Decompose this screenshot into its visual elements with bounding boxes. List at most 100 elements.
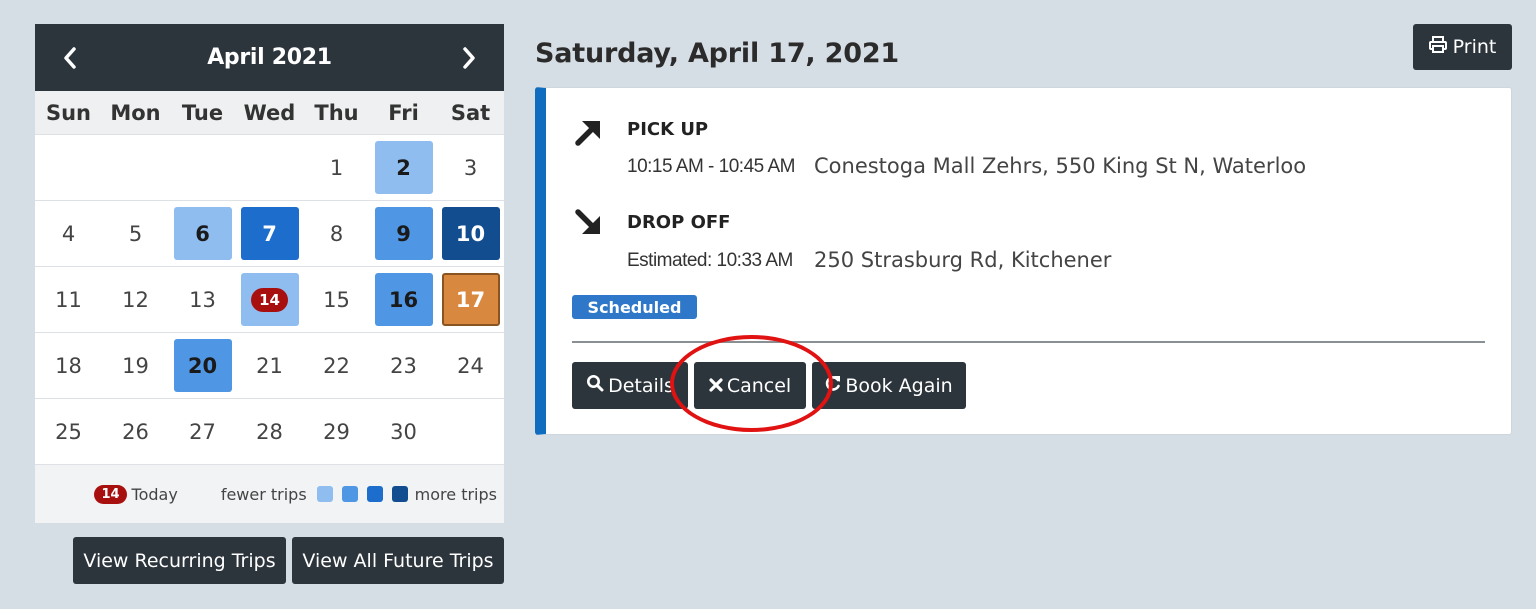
calendar-day-number: 9	[374, 207, 433, 260]
calendar-day-21[interactable]: 21	[236, 333, 303, 398]
fewer-trips-label: fewer trips	[220, 484, 307, 504]
weekday-mon: Mon	[110, 100, 161, 125]
calendar-day-15[interactable]: 15	[303, 267, 370, 332]
calendar-day-22[interactable]: 22	[303, 333, 370, 398]
calendar: April 2021 Sun Mon Tue Wed Thu Fri Sat 1…	[35, 24, 504, 523]
calendar-day-number: 11	[55, 287, 82, 312]
today-badge: 14	[251, 287, 288, 312]
calendar-day-number: 25	[55, 419, 82, 444]
calendar-day-number: 17	[441, 273, 500, 326]
calendar-empty-cell	[35, 135, 102, 200]
calendar-day-number: 23	[390, 353, 417, 378]
calendar-day-number: 1	[329, 155, 344, 180]
arrow-down-right-icon	[574, 208, 604, 238]
details-button[interactable]: Details	[572, 362, 688, 409]
calendar-day-number: 5	[128, 221, 143, 246]
calendar-day-number: 27	[189, 419, 216, 444]
calendar-day-29[interactable]: 29	[303, 399, 370, 464]
calendar-day-12[interactable]: 12	[102, 267, 169, 332]
calendar-day-number: 3	[463, 155, 478, 180]
calendar-day-13[interactable]: 13	[169, 267, 236, 332]
trip-card: PICK UP 10:15 AM - 10:45 AM Conestoga Ma…	[535, 87, 1512, 435]
calendar-week-row: 4 5 6 7 8 9 10	[35, 201, 504, 267]
today-badge: 14	[94, 484, 127, 504]
page-title: Saturday, April 17, 2021	[535, 38, 900, 69]
weekday-sat: Sat	[450, 100, 491, 125]
calendar-day-number: 13	[189, 287, 216, 312]
calendar-day-number: 6	[173, 207, 232, 260]
calendar-day-5[interactable]: 5	[102, 201, 169, 266]
calendar-day-number: 8	[329, 221, 344, 246]
weekday-tue: Tue	[181, 100, 224, 125]
weekday-wed: Wed	[243, 100, 296, 125]
calendar-day-27[interactable]: 27	[169, 399, 236, 464]
calendar-day-2[interactable]: 2	[370, 135, 437, 200]
calendar-empty-cell	[437, 399, 504, 464]
calendar-day-4[interactable]: 4	[35, 201, 102, 266]
close-icon	[709, 375, 723, 397]
calendar-day-number: 22	[323, 353, 350, 378]
calendar-empty-cell	[236, 135, 303, 200]
pickup-address: Conestoga Mall Zehrs, 550 King St N, Wat…	[814, 154, 1307, 178]
view-future-trips-button[interactable]: View All Future Trips	[292, 537, 504, 584]
cancel-button[interactable]: Cancel	[694, 362, 806, 409]
calendar-day-18[interactable]: 18	[35, 333, 102, 398]
cancel-label: Cancel	[726, 374, 792, 397]
chevron-right-icon[interactable]	[458, 46, 480, 69]
calendar-day-16[interactable]: 16	[370, 267, 437, 332]
calendar-day-11[interactable]: 11	[35, 267, 102, 332]
search-icon	[586, 374, 604, 397]
calendar-day-30[interactable]: 30	[370, 399, 437, 464]
calendar-day-number: 26	[122, 419, 149, 444]
calendar-day-9[interactable]: 9	[370, 201, 437, 266]
book-again-label: Book Again	[845, 374, 953, 397]
view-recurring-trips-button[interactable]: View Recurring Trips	[73, 537, 286, 584]
calendar-day-1[interactable]: 1	[303, 135, 370, 200]
calendar-day-24[interactable]: 24	[437, 333, 504, 398]
calendar-day-26[interactable]: 26	[102, 399, 169, 464]
calendar-week-row: 25 26 27 28 29 30	[35, 399, 504, 465]
calendar-day-28[interactable]: 28	[236, 399, 303, 464]
calendar-day-number: 24	[457, 353, 484, 378]
swatch-level-3	[366, 486, 383, 502]
calendar-day-number: 19	[122, 353, 149, 378]
calendar-empty-cell	[102, 135, 169, 200]
calendar-empty-cell	[169, 135, 236, 200]
weekday-thu: Thu	[314, 100, 359, 125]
calendar-week-row: 11 12 13 14 15 16 17	[35, 267, 504, 333]
book-again-button[interactable]: Book Again	[812, 362, 966, 409]
calendar-week-row: 1 2 3	[35, 135, 504, 201]
calendar-day-3[interactable]: 3	[437, 135, 504, 200]
printer-icon	[1428, 36, 1447, 58]
calendar-day-6[interactable]: 6	[169, 201, 236, 266]
calendar-day-19[interactable]: 19	[102, 333, 169, 398]
calendar-day-20[interactable]: 20	[169, 333, 236, 398]
weekday-fri: Fri	[388, 100, 419, 125]
status-badge: Scheduled	[572, 295, 697, 319]
dropoff-time: Estimated: 10:33 AM	[627, 250, 793, 271]
pickup-time: 10:15 AM - 10:45 AM	[627, 156, 795, 177]
calendar-day-25[interactable]: 25	[35, 399, 102, 464]
calendar-grid: 1 2 3 4 5 6 7 8 9 10 11 12 13 14 15 16 17 18 19 20 21 22 23 24 2…	[35, 135, 504, 465]
calendar-day-number: 16	[374, 273, 433, 326]
calendar-day-number: 4	[61, 221, 76, 246]
swatch-level-4	[391, 486, 408, 502]
chevron-left-icon[interactable]	[59, 46, 81, 69]
calendar-day-number: 7	[240, 207, 299, 260]
weekday-sun: Sun	[45, 100, 92, 125]
calendar-day-number: 28	[256, 419, 283, 444]
details-label: Details	[608, 374, 674, 397]
swatch-level-2	[341, 486, 358, 502]
calendar-day-10[interactable]: 10	[437, 201, 504, 266]
calendar-day-17[interactable]: 17	[437, 267, 504, 332]
calendar-buttons: View Recurring Trips View All Future Tri…	[73, 537, 504, 584]
calendar-day-8[interactable]: 8	[303, 201, 370, 266]
calendar-day-14[interactable]: 14	[236, 267, 303, 332]
dropoff-label: DROP OFF	[627, 212, 731, 233]
calendar-day-7[interactable]: 7	[236, 201, 303, 266]
calendar-day-number: 29	[323, 419, 350, 444]
refresh-icon	[825, 374, 841, 397]
print-button[interactable]: Print	[1413, 24, 1512, 70]
calendar-day-23[interactable]: 23	[370, 333, 437, 398]
calendar-day-number: 30	[390, 419, 417, 444]
